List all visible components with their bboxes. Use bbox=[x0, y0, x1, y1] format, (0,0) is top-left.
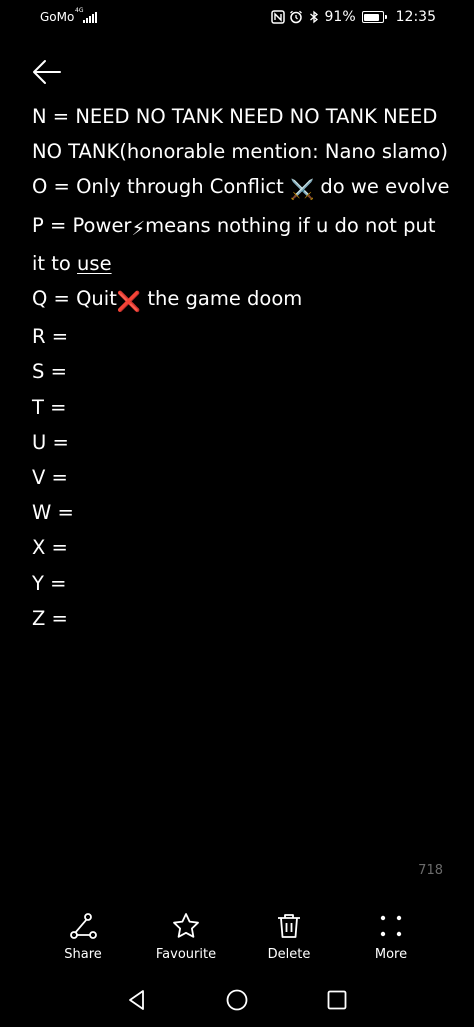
nav-recents-button[interactable] bbox=[324, 987, 350, 1013]
dots-icon bbox=[380, 915, 402, 937]
character-count: 718 bbox=[418, 863, 443, 878]
note-line-text: R = bbox=[32, 325, 69, 349]
note-line-text: do we evolve bbox=[314, 175, 450, 199]
delete-label: Delete bbox=[267, 947, 311, 962]
favourite-label: Favourite bbox=[155, 947, 217, 962]
note-line: NO TANK(honorable mention: Nano slamo) bbox=[32, 134, 452, 169]
note-line-text: Q = Quit bbox=[32, 287, 117, 311]
note-line-text: P = Power bbox=[32, 213, 132, 237]
note-line-text: V = bbox=[32, 466, 68, 490]
status-icons: 91% 12:35 bbox=[270, 9, 436, 25]
alarm-icon bbox=[289, 10, 302, 24]
note-line: R = bbox=[32, 319, 452, 354]
square-recents-icon bbox=[327, 990, 347, 1010]
system-nav-bar bbox=[0, 975, 474, 1027]
note-emoji: ❌ bbox=[116, 290, 142, 314]
note-line-text: it to bbox=[32, 251, 78, 275]
note-line: Y = bbox=[32, 566, 452, 601]
share-label: Share bbox=[64, 947, 102, 962]
share-button[interactable]: Share bbox=[33, 905, 133, 962]
note-line: U = bbox=[32, 425, 452, 460]
note-line-text: Y = bbox=[32, 571, 67, 595]
status-bar: GoMo 4G 91% 12:35 bbox=[0, 0, 474, 36]
triangle-back-icon bbox=[129, 990, 144, 1010]
note-line-text: S = bbox=[32, 360, 67, 384]
note-line: T = bbox=[32, 390, 452, 425]
nav-back-button[interactable] bbox=[124, 987, 150, 1013]
note-emoji: ⚡ bbox=[131, 216, 146, 240]
clock: 12:35 bbox=[395, 9, 436, 25]
note-emoji: ⚔️ bbox=[289, 178, 315, 202]
note-content[interactable]: N = NEED NO TANK NEED NO TANK NEED NO TAN… bbox=[32, 99, 452, 636]
favourite-button[interactable]: Favourite bbox=[136, 905, 236, 962]
back-button[interactable] bbox=[30, 56, 64, 90]
note-line-text: Z = bbox=[32, 606, 68, 630]
carrier-name: GoMo bbox=[40, 10, 75, 24]
note-line-text: NO TANK(honorable mention: Nano slamo) bbox=[32, 140, 448, 164]
note-line: W = bbox=[32, 495, 452, 530]
more-label: More bbox=[374, 947, 408, 962]
note-line: it to use bbox=[32, 246, 452, 281]
note-line-text: N = NEED NO TANK NEED NO TANK NEED bbox=[32, 105, 438, 128]
note-line-text: X = bbox=[32, 536, 68, 560]
star-icon bbox=[173, 913, 199, 938]
note-underlined-text: use bbox=[77, 251, 112, 275]
note-line-text: U = bbox=[32, 430, 69, 454]
note-line: Q = Quit❌ the game doom bbox=[32, 281, 452, 319]
note-line: Z = bbox=[32, 601, 452, 636]
signal-strength-icon bbox=[83, 12, 97, 23]
nfc-icon bbox=[270, 10, 285, 24]
more-button[interactable]: More bbox=[341, 905, 441, 962]
battery-percent: 91% bbox=[324, 9, 356, 25]
note-line: P = Power⚡means nothing if u do not put bbox=[32, 208, 452, 246]
battery-level-fill bbox=[364, 13, 380, 21]
note-line-text: means nothing if u do not put bbox=[145, 213, 436, 237]
circle-home-icon bbox=[226, 989, 248, 1011]
note-line: S = bbox=[32, 354, 452, 389]
note-line-text: O = Only through Conflict bbox=[32, 175, 290, 199]
arrow-left-icon bbox=[33, 60, 61, 84]
share-icon bbox=[70, 913, 97, 939]
bottom-toolbar: Share Favourite Delete More bbox=[0, 905, 474, 969]
note-line: O = Only through Conflict ⚔️ do we evolv… bbox=[32, 169, 452, 207]
note-line-text: the game doom bbox=[141, 287, 303, 311]
delete-button[interactable]: Delete bbox=[239, 905, 339, 962]
nav-home-button[interactable] bbox=[224, 987, 250, 1013]
battery-icon bbox=[361, 11, 387, 23]
note-line: X = bbox=[32, 530, 452, 565]
trash-icon bbox=[278, 914, 300, 938]
bluetooth-icon bbox=[309, 10, 318, 24]
note-line-text: T = bbox=[32, 395, 67, 419]
note-line: V = bbox=[32, 460, 452, 495]
note-line: N = NEED NO TANK NEED NO TANK NEED bbox=[32, 99, 452, 134]
note-line-text: W = bbox=[32, 501, 74, 525]
